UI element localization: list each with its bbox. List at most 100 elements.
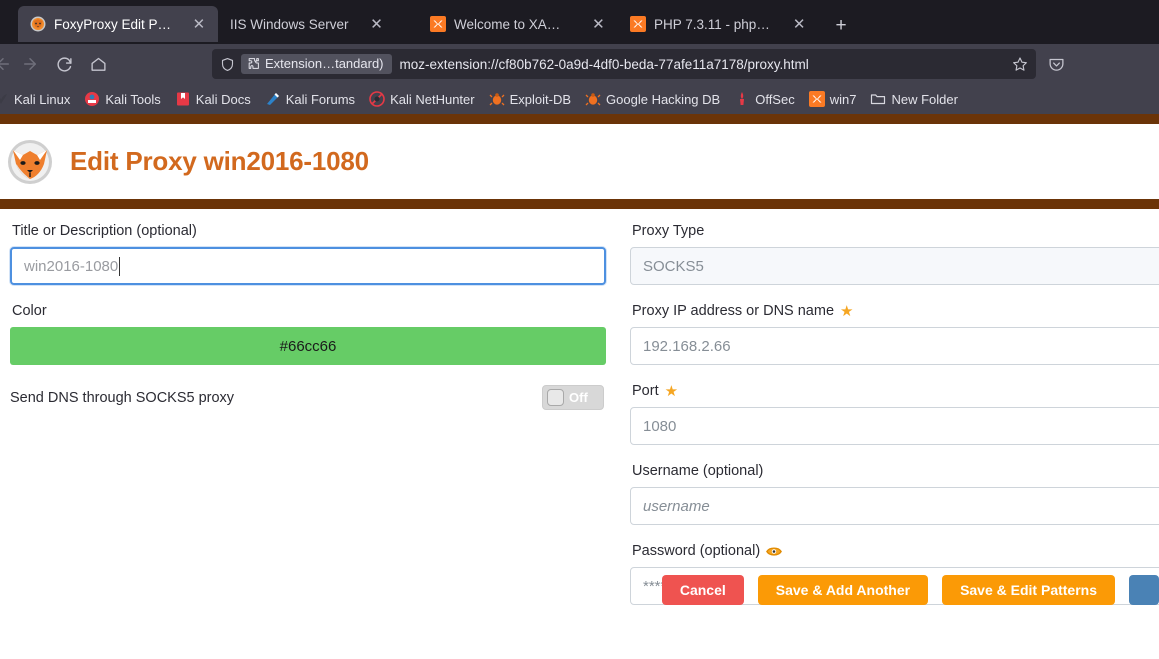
- save-button[interactable]: [1129, 575, 1159, 605]
- title-label-text: Title or Description (optional): [12, 223, 197, 239]
- toggle-state-label: Off: [569, 390, 588, 405]
- kali-dragon-icon: [0, 91, 9, 107]
- reload-icon[interactable]: [48, 49, 80, 79]
- foxyproxy-icon: [30, 16, 46, 32]
- toggle-knob: [547, 389, 564, 406]
- proxy-ip-label-text: Proxy IP address or DNS name: [632, 303, 835, 319]
- bookmark-kali-nethunter[interactable]: Kali NetHunter: [362, 88, 482, 110]
- close-icon[interactable]: ✕: [589, 14, 608, 34]
- form-left-column: Title or Description (optional) win2016-…: [0, 223, 616, 613]
- forward-arrow-icon[interactable]: [14, 49, 46, 79]
- text-caret: [119, 256, 121, 276]
- browser-tab-foxyproxy[interactable]: FoxyProxy Edit Proxy ✕: [18, 6, 218, 42]
- back-arrow-icon[interactable]: [0, 49, 12, 79]
- xampp-icon: [630, 16, 646, 32]
- kali-nethunter-icon: [369, 91, 385, 107]
- bookmark-label: Kali Linux: [14, 91, 71, 107]
- bookmark-kali-linux[interactable]: Kali Linux: [0, 88, 77, 110]
- form-right-column: Proxy Type SOCKS5 Proxy IP address or DN…: [616, 223, 1159, 613]
- bookmark-label: OffSec: [755, 91, 795, 107]
- url-text[interactable]: moz-extension://cf80b762-0a9d-4df0-beda-…: [398, 57, 1006, 72]
- color-field-label: Color: [12, 303, 606, 319]
- bookmark-label: Google Hacking DB: [606, 91, 721, 107]
- bookmark-label: New Folder: [891, 91, 958, 107]
- tab-title: Welcome to XAMPP: [454, 16, 571, 32]
- port-label: Port ★: [632, 383, 1159, 399]
- pocket-icon[interactable]: [1046, 49, 1066, 79]
- bookmark-google-hacking-db[interactable]: Google Hacking DB: [578, 88, 727, 110]
- navigation-bar: Extension…tandard) moz-extension://cf80b…: [0, 44, 1159, 84]
- header-bottom-band: [0, 199, 1159, 209]
- xampp-icon: [430, 16, 446, 32]
- close-icon[interactable]: ✕: [790, 14, 808, 34]
- bookmark-kali-tools[interactable]: Kali Tools: [77, 88, 167, 110]
- browser-chrome: FoxyProxy Edit Proxy ✕ IIS Windows Serve…: [0, 0, 1159, 114]
- page-title: Edit Proxy win2016-1080: [70, 146, 369, 176]
- star-outline-icon[interactable]: [1012, 56, 1030, 72]
- close-icon[interactable]: ✕: [367, 14, 387, 34]
- kali-docs-icon: [175, 91, 191, 107]
- kali-tools-icon: [84, 91, 100, 107]
- new-tab-button[interactable]: +: [826, 10, 856, 40]
- toolbar-right: [1038, 49, 1066, 79]
- exploitdb-icon: [585, 91, 601, 107]
- required-star-icon: ★: [840, 302, 854, 320]
- bookmark-exploit-db[interactable]: Exploit-DB: [482, 88, 578, 110]
- foxyproxy-edit-proxy-page: Edit Proxy win2016-1080 Title or Descrip…: [0, 114, 1159, 659]
- password-label: Password (optional): [632, 543, 1159, 559]
- dns-toggle-switch[interactable]: Off: [542, 385, 604, 410]
- shield-icon[interactable]: [220, 57, 235, 72]
- cancel-button[interactable]: Cancel: [661, 575, 744, 605]
- proxy-type-value: SOCKS5: [643, 257, 704, 275]
- exploitdb-icon: [489, 91, 505, 107]
- bookmark-win7[interactable]: win7: [802, 88, 864, 110]
- color-picker-swatch[interactable]: #66cc66: [10, 327, 606, 365]
- browser-tab-iis[interactable]: IIS Windows Server ✕: [218, 6, 418, 42]
- kali-forums-icon: [265, 91, 281, 107]
- extension-chip-label: Extension…tandard): [265, 56, 384, 71]
- required-star-icon: ★: [664, 382, 679, 400]
- color-value-text: #66cc66: [279, 337, 337, 355]
- eye-reveal-icon[interactable]: [766, 545, 783, 558]
- title-input[interactable]: win2016-1080: [10, 247, 606, 285]
- bookmark-label: Kali Forums: [285, 91, 356, 107]
- url-bar[interactable]: Extension…tandard) moz-extension://cf80b…: [212, 49, 1036, 79]
- header-top-band: [0, 114, 1159, 124]
- proxy-form: Title or Description (optional) win2016-…: [0, 209, 1159, 613]
- bookmark-offsec[interactable]: OffSec: [727, 88, 802, 110]
- tab-title: IIS Windows Server: [230, 16, 349, 32]
- proxy-type-label: Proxy Type: [632, 223, 1159, 239]
- title-input-value: win2016-1080: [24, 257, 119, 275]
- bookmarks-bar: Kali Linux Kali Tools Kali Docs Kali For…: [0, 84, 1159, 114]
- extension-identity-chip[interactable]: Extension…tandard): [241, 54, 392, 74]
- bookmark-label: Exploit-DB: [509, 91, 572, 107]
- save-add-another-button[interactable]: Save & Add Another: [757, 575, 929, 605]
- proxy-ip-label: Proxy IP address or DNS name ★: [632, 303, 1159, 319]
- username-input[interactable]: username: [630, 487, 1159, 525]
- proxy-ip-value: 192.168.2.66: [643, 337, 731, 355]
- username-label-text: Username (optional): [632, 463, 764, 479]
- close-icon[interactable]: ✕: [190, 14, 208, 34]
- proxy-type-select[interactable]: SOCKS5: [630, 247, 1159, 285]
- bookmark-kali-forums[interactable]: Kali Forums: [258, 88, 362, 110]
- browser-tab-phpinfo[interactable]: PHP 7.3.11 - phpinfo() ✕: [618, 6, 818, 42]
- port-value: 1080: [643, 417, 677, 435]
- port-label-text: Port: [632, 383, 659, 399]
- folder-icon: [870, 91, 886, 107]
- username-placeholder: username: [643, 497, 710, 515]
- proxy-ip-input[interactable]: 192.168.2.66: [630, 327, 1159, 365]
- port-input[interactable]: 1080: [630, 407, 1159, 445]
- save-edit-patterns-button[interactable]: Save & Edit Patterns: [942, 575, 1115, 605]
- dns-label: Send DNS through SOCKS5 proxy: [10, 389, 235, 406]
- form-button-row: Cancel Save & Add Another Save & Edit Pa…: [0, 575, 1159, 605]
- browser-tab-xampp[interactable]: Welcome to XAMPP ✕: [418, 6, 618, 42]
- bookmark-label: Kali Docs: [195, 91, 251, 107]
- offsec-icon: [734, 91, 750, 107]
- bookmark-new-folder[interactable]: New Folder: [863, 88, 964, 110]
- color-label-text: Color: [12, 303, 47, 319]
- home-icon[interactable]: [82, 49, 114, 79]
- tab-title: FoxyProxy Edit Proxy: [54, 16, 172, 32]
- bookmark-kali-docs[interactable]: Kali Docs: [168, 88, 258, 110]
- title-field-label: Title or Description (optional): [12, 223, 606, 239]
- proxy-type-label-text: Proxy Type: [632, 223, 705, 239]
